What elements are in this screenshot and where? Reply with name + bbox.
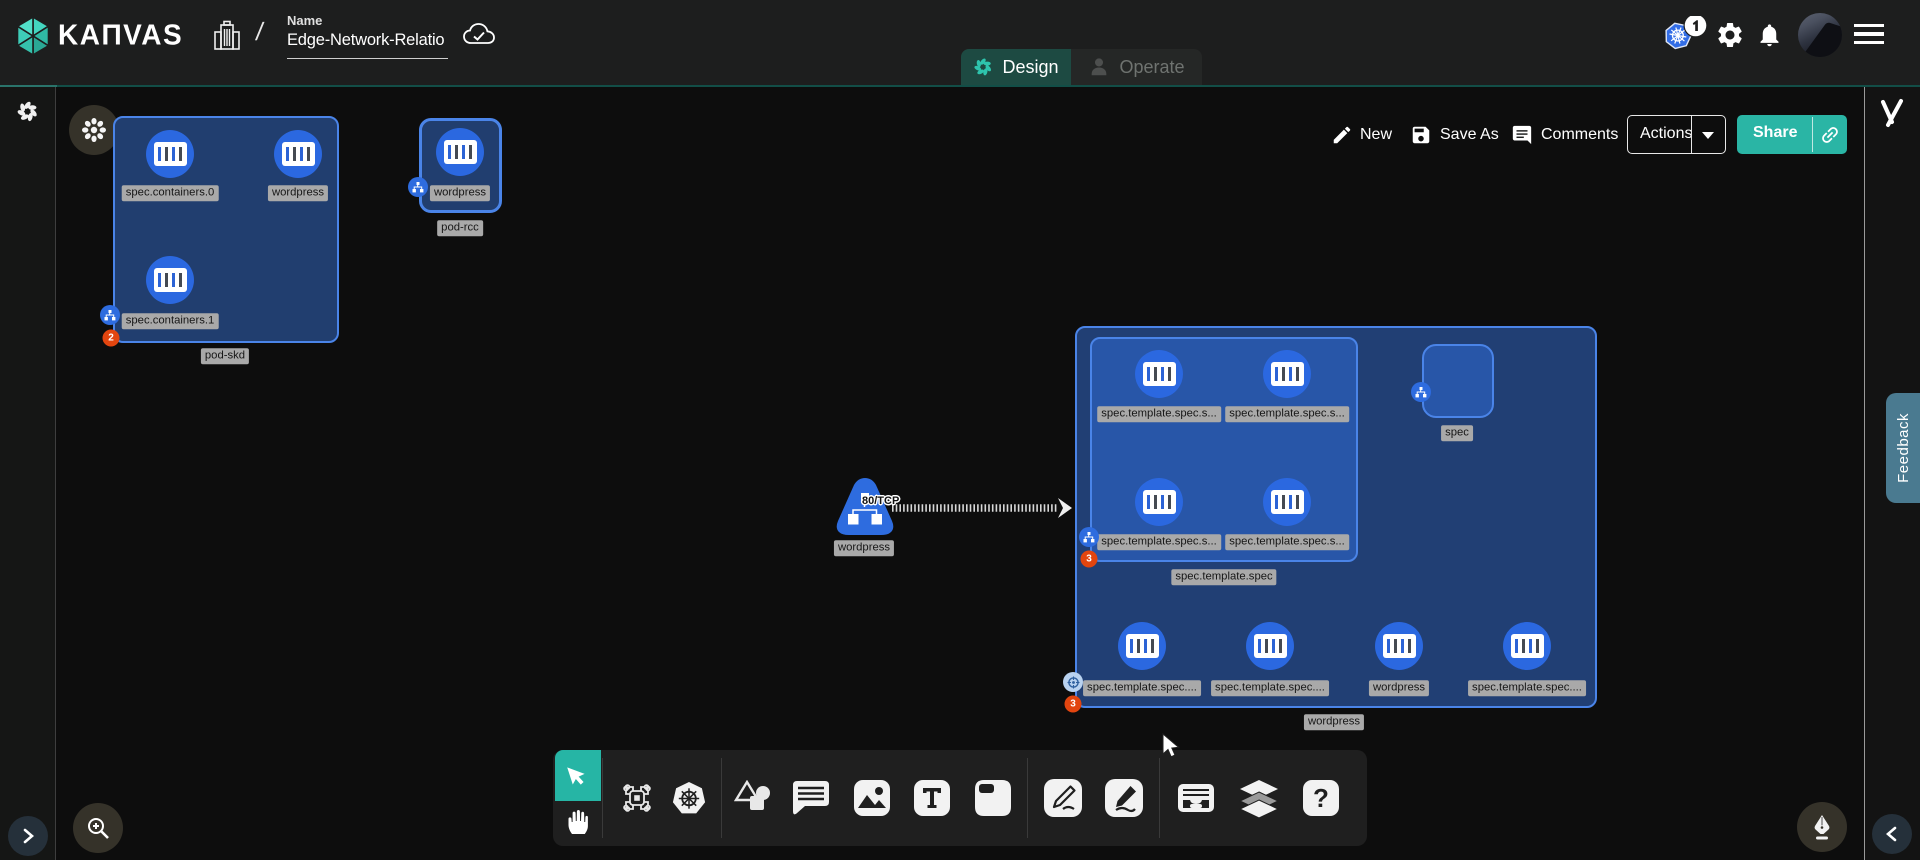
svg-text:?: ? bbox=[1313, 783, 1329, 813]
